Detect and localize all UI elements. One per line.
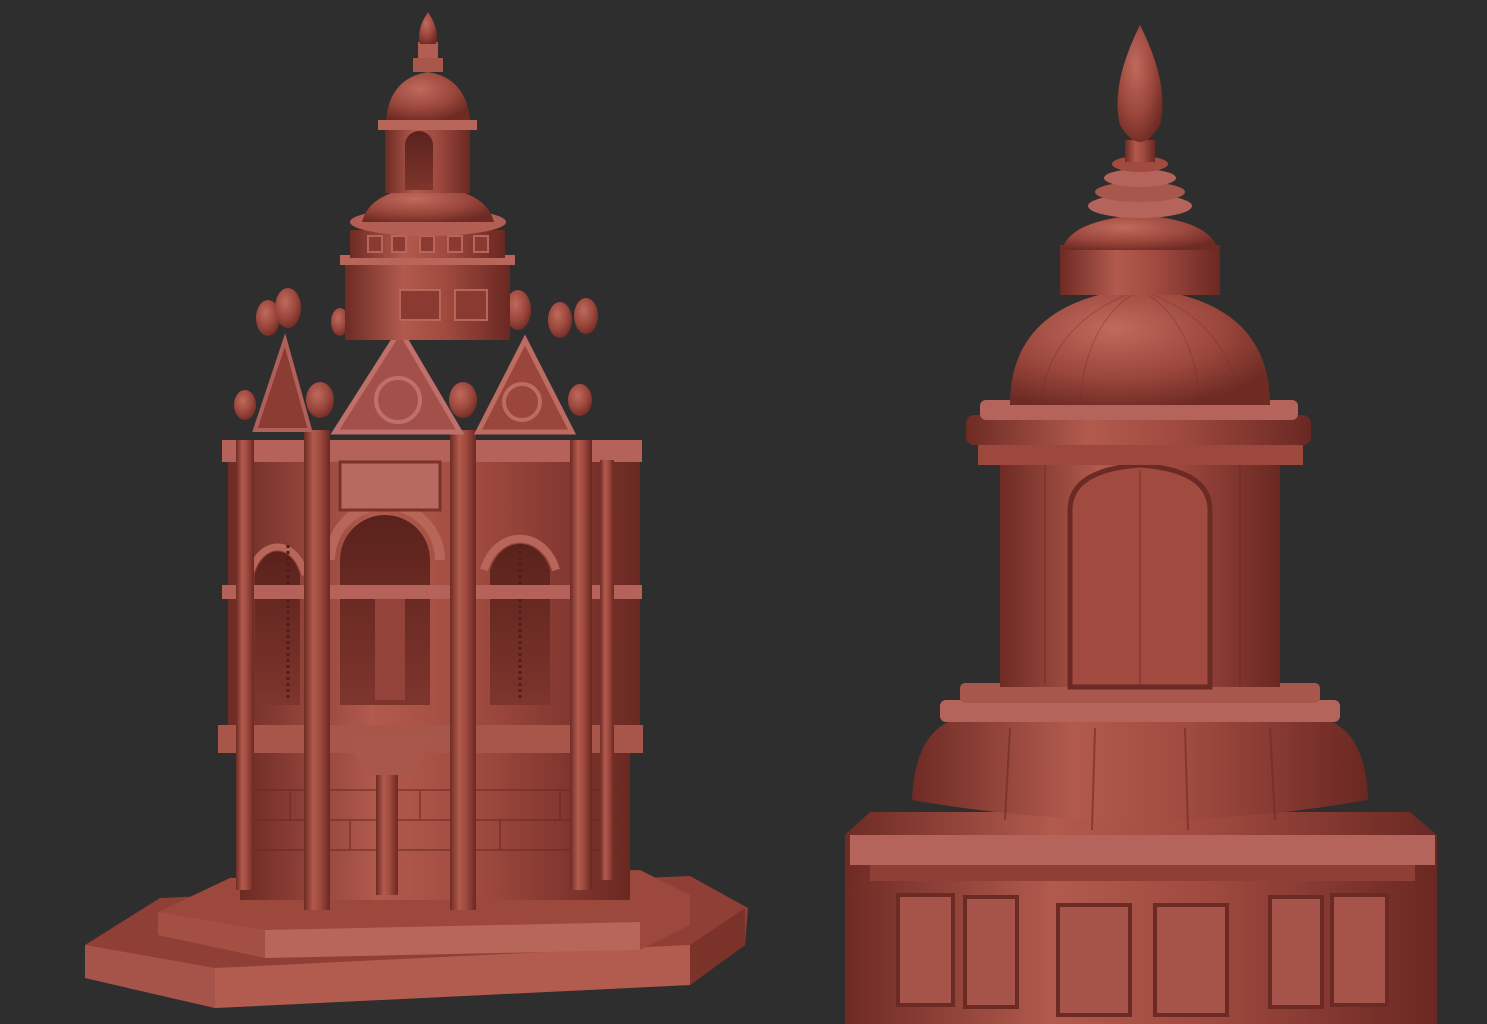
flared-ring xyxy=(912,718,1368,820)
frieze-panel xyxy=(338,460,442,512)
left-arch xyxy=(255,551,300,705)
lantern-dome xyxy=(386,72,470,120)
render-viewport xyxy=(0,0,1487,1024)
spire-finial-closeup xyxy=(1117,25,1163,142)
center-gable xyxy=(330,325,465,435)
dome-drum xyxy=(1060,245,1220,295)
main-dome xyxy=(1010,288,1270,405)
sculpt-render xyxy=(85,12,1437,1024)
spire-finial xyxy=(419,12,437,44)
fountain-pavilion xyxy=(85,12,748,1008)
cupola-closeup xyxy=(845,25,1437,1024)
